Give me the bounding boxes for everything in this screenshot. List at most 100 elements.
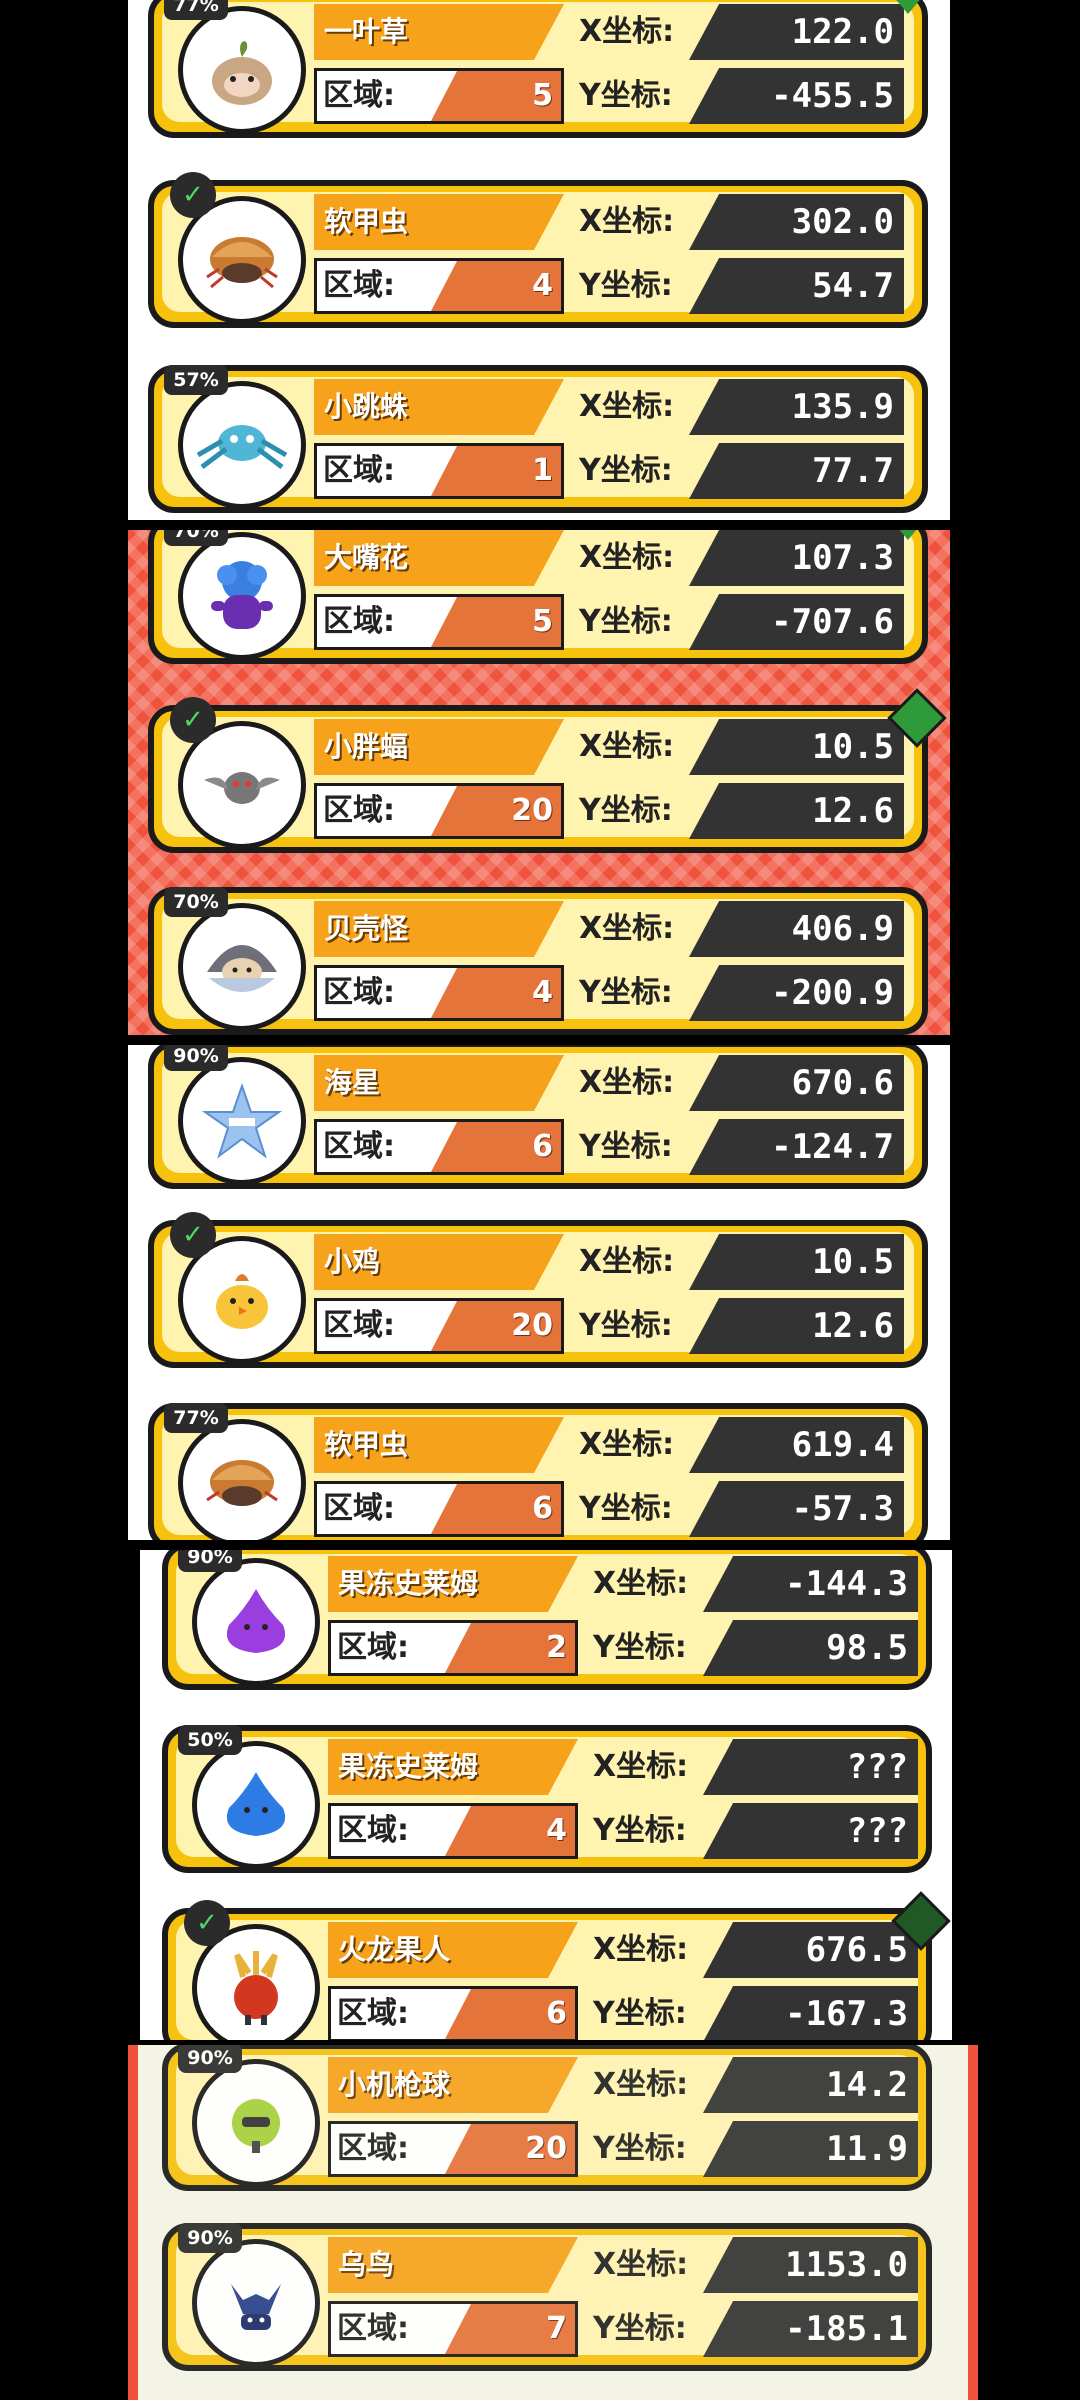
region-label: 区域: — [337, 2131, 409, 2166]
creature-name: 软甲虫 — [314, 1417, 564, 1473]
y-coord-label: Y坐标: — [593, 1630, 687, 1665]
x-coord-label: X坐标: — [579, 1427, 675, 1462]
x-coord-label: X坐标: — [579, 911, 675, 946]
creature-avatar — [178, 1057, 306, 1185]
region-value: 6 — [431, 1484, 561, 1534]
creature-card[interactable]: 70% 大嘴花 区域: 5 X坐标: 107.3 Y坐标: -707.6 — [148, 530, 928, 664]
x-coord-label: X坐标: — [579, 540, 675, 575]
x-coord-label: X坐标: — [593, 1566, 689, 1601]
dark-bird-icon — [231, 2284, 281, 2330]
region-field: 区域: 20 — [314, 1298, 564, 1354]
x-coord-label: X坐标: — [593, 2247, 689, 2282]
y-coord-label: Y坐标: — [579, 604, 673, 639]
y-coord-value: -167.3 — [703, 1986, 918, 2040]
region-field: 区域: 5 — [314, 594, 564, 650]
creature-card[interactable]: 50% 果冻史莱姆 区域: 4 X坐标: ??? Y坐标: ??? — [162, 1725, 932, 1873]
x-coord-value: 406.9 — [689, 901, 904, 957]
creature-card[interactable]: 90% 果冻史莱姆 区域: 2 X坐标: -144.3 Y坐标: 98.5 — [162, 1550, 932, 1690]
y-coord-label: Y坐标: — [579, 1308, 673, 1343]
progress-badge: 77% — [164, 1403, 228, 1433]
leaf-sprout-creature-icon — [212, 41, 272, 105]
region-label: 区域: — [323, 78, 395, 113]
jumping-spider-icon — [196, 425, 288, 469]
region-field: 区域: 1 — [314, 443, 564, 499]
dragonfruit-person-icon — [234, 1951, 278, 2025]
x-coord-value: 10.5 — [689, 1234, 904, 1290]
region-value: 7 — [445, 2304, 575, 2354]
progress-badge: 90% — [178, 1550, 242, 1572]
progress-badge: 90% — [164, 1045, 228, 1071]
creature-name: 贝壳怪 — [314, 901, 564, 957]
x-coord-value: 107.3 — [689, 530, 904, 586]
region-value: 1 — [431, 446, 561, 496]
creature-card[interactable]: ✓ 软甲虫 区域: 4 X坐标: 302.0 Y坐标: 54.7 — [148, 172, 928, 328]
starfish-icon — [201, 1082, 283, 1159]
region-label: 区域: — [337, 1630, 409, 1665]
progress-badge: 50% — [178, 1725, 242, 1755]
y-coord-label: Y坐标: — [579, 793, 673, 828]
creature-name: 海星 — [314, 1055, 564, 1111]
region-value: 6 — [431, 1122, 561, 1172]
creature-card[interactable]: ✓ 小胖蝠 区域: 20 X坐标: 10.5 Y坐标: 12.6 — [148, 688, 947, 853]
region-label: 区域: — [323, 793, 395, 828]
creature-name: 乌鸟 — [328, 2237, 578, 2293]
creature-avatar — [192, 2239, 320, 2367]
creature-name: 一叶草 — [314, 4, 564, 60]
x-coord-value: 302.0 — [689, 194, 904, 250]
x-coord-label: X坐标: — [579, 14, 675, 49]
progress-badge: 90% — [178, 2045, 242, 2073]
screenshot-panel-1: 77% 一叶草 区域: 5 X坐标: 122.0 Y坐标: -455.5 ✓ 软甲… — [128, 0, 950, 520]
creature-card[interactable]: 90% 小机枪球 区域: 20 X坐标: 14.2 Y坐标: 11.9 — [162, 2045, 932, 2191]
x-coord-label: X坐标: — [593, 1749, 689, 1784]
creature-avatar — [192, 1741, 320, 1869]
creature-name: 小跳蛛 — [314, 379, 564, 435]
x-coord-value: ??? — [703, 1739, 918, 1795]
region-value: 4 — [431, 968, 561, 1018]
mini-gunball-icon — [232, 2099, 280, 2153]
creature-card[interactable]: 70% 贝壳怪 区域: 4 X坐标: 406.9 Y坐标: -200.9 — [148, 887, 928, 1035]
purple-jelly-slime-icon — [226, 1589, 286, 1653]
y-coord-value: -185.1 — [703, 2301, 918, 2357]
creature-avatar — [178, 532, 306, 660]
region-label: 区域: — [323, 268, 395, 303]
x-coord-label: X坐标: — [579, 729, 675, 764]
creature-card[interactable]: 57% 小跳蛛 区域: 1 X坐标: 135.9 Y坐标: 77.7 — [148, 365, 928, 513]
x-coord-label: X坐标: — [579, 389, 675, 424]
progress-badge: 57% — [164, 365, 228, 395]
creature-card[interactable]: 77% 一叶草 区域: 5 X坐标: 122.0 Y坐标: -455.5 — [148, 0, 928, 138]
creature-card[interactable]: 77% 软甲虫 区域: 6 X坐标: 619.4 Y坐标: -57.3 — [148, 1403, 928, 1540]
creature-avatar — [192, 2059, 320, 2187]
green-triangle-marker-icon — [888, 0, 928, 14]
region-label: 区域: — [323, 1308, 395, 1343]
creature-name: 软甲虫 — [314, 194, 564, 250]
y-coord-label: Y坐标: — [593, 1996, 687, 2031]
y-coord-label: Y坐标: — [579, 1129, 673, 1164]
y-coord-label: Y坐标: — [579, 453, 673, 488]
armored-bug-icon — [206, 237, 278, 289]
x-coord-value: 10.5 — [689, 719, 904, 775]
creature-card[interactable]: ✓ 小鸡 区域: 20 X坐标: 10.5 Y坐标: 12.6 — [148, 1212, 928, 1368]
y-coord-label: Y坐标: — [579, 78, 673, 113]
creature-name: 小鸡 — [314, 1234, 564, 1290]
big-mouth-flower-icon — [211, 561, 273, 629]
region-value: 4 — [445, 1806, 575, 1856]
creature-card[interactable]: 90% 海星 区域: 6 X坐标: 670.6 Y坐标: -124.7 — [148, 1045, 928, 1189]
creature-name: 果冻史莱姆 — [328, 1739, 578, 1795]
creature-card[interactable]: ✓ 火龙果人 区域: 6 X坐标: 676.5 Y坐标: -167.3 — [162, 1891, 951, 2040]
green-triangle-marker-icon — [888, 530, 928, 540]
region-field: 区域: 6 — [328, 1986, 578, 2040]
collected-check-icon: ✓ — [170, 697, 216, 743]
creature-card[interactable]: 90% 乌鸟 区域: 7 X坐标: 1153.0 Y坐标: -185.1 — [162, 2223, 932, 2371]
y-coord-value: -707.6 — [689, 594, 904, 650]
region-field: 区域: 4 — [314, 965, 564, 1021]
progress-badge: 90% — [178, 2223, 242, 2253]
region-label: 区域: — [323, 1129, 395, 1164]
creature-avatar — [178, 6, 306, 134]
y-coord-value: -57.3 — [689, 1481, 904, 1537]
region-field: 区域: 4 — [328, 1803, 578, 1859]
y-coord-value: 12.6 — [689, 1298, 904, 1354]
region-value: 2 — [445, 1623, 575, 1673]
creature-name: 果冻史莱姆 — [328, 1556, 578, 1612]
screenshot-panel-5: 90% 小机枪球 区域: 20 X坐标: 14.2 Y坐标: 11.9 90% 乌… — [128, 2045, 978, 2400]
x-coord-label: X坐标: — [579, 204, 675, 239]
